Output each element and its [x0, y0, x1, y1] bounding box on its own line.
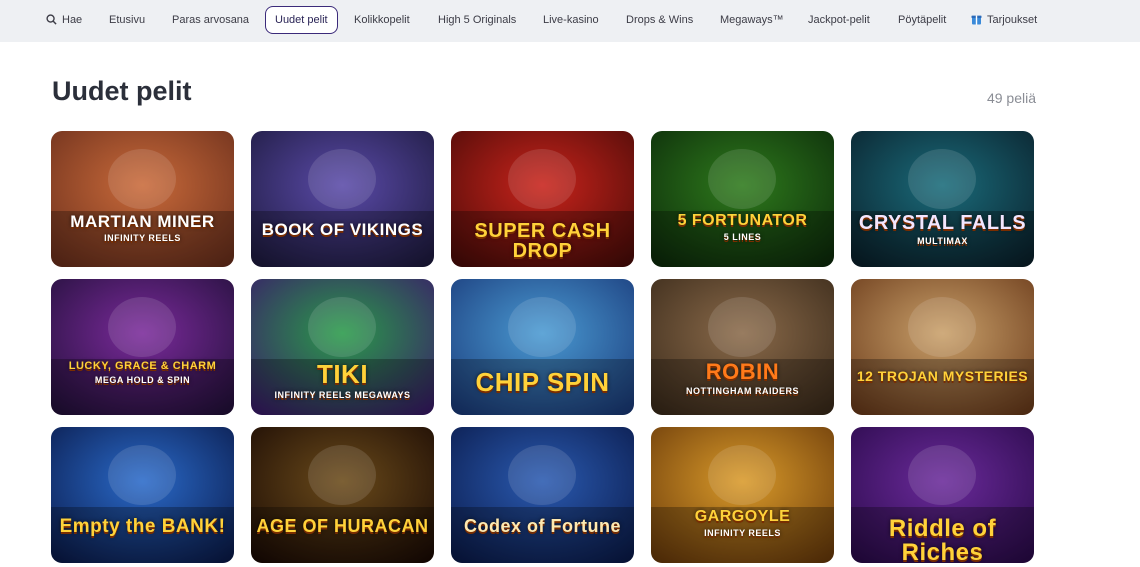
game-tile[interactable]: Codex of Fortune: [451, 427, 634, 563]
character-art: [508, 445, 576, 505]
nav-label: Pöytäpelit: [898, 14, 947, 26]
game-thumbnail: [851, 131, 1034, 267]
character-art: [508, 297, 576, 357]
game-thumbnail: [851, 279, 1034, 415]
nav-poytapelit[interactable]: Pöytäpelit: [898, 6, 946, 34]
game-title: Empty the BANK!: [59, 516, 226, 537]
nav-search[interactable]: Hae: [46, 6, 82, 34]
game-tile[interactable]: Riddle of Riches: [851, 427, 1034, 563]
game-thumbnail: [51, 131, 234, 267]
game-tile[interactable]: GARGOYLE INFINITY REELS: [651, 427, 834, 563]
nav-jackpot-pelit[interactable]: Jackpot-pelit: [808, 6, 870, 34]
nav-label: Drops & Wins: [626, 14, 694, 26]
character-art: [108, 445, 176, 505]
nav-megaways[interactable]: Megaways™: [720, 6, 784, 34]
nav-tarjoukset[interactable]: Tarjoukset: [971, 6, 1037, 34]
character-art: [708, 149, 776, 209]
game-tile[interactable]: ROBIN NOTTINGHAM RAIDERS: [651, 279, 834, 415]
nav-uudet-pelit[interactable]: Uudet pelit: [265, 6, 338, 34]
game-tile[interactable]: CRYSTAL FALLS MULTIMAX: [851, 131, 1034, 267]
game-thumbnail: [451, 427, 634, 563]
game-title: MARTIAN MINER: [70, 212, 215, 231]
search-icon: [46, 14, 57, 25]
game-title: CHIP SPIN: [475, 367, 610, 397]
nav-label: Paras arvosana: [172, 14, 250, 26]
game-tile[interactable]: Empty the BANK!: [51, 427, 234, 563]
nav-label: Live-kasino: [543, 14, 599, 26]
nav-label: High 5 Originals: [438, 14, 517, 26]
game-tile[interactable]: TIKI INFINITY REELS MEGAWAYS: [251, 279, 434, 415]
game-thumbnail: [51, 279, 234, 415]
nav-label: Megaways™: [720, 14, 784, 26]
character-art: [108, 297, 176, 357]
game-title: AGE OF HURACAN: [256, 516, 429, 536]
page-title: Uudet pelit: [52, 76, 192, 106]
game-title: Codex of Fortune: [464, 516, 621, 536]
character-art: [908, 149, 976, 209]
game-title: 5 FORTUNATOR: [677, 212, 808, 229]
nav-high5-originals[interactable]: High 5 Originals: [438, 6, 516, 34]
gift-icon: [971, 15, 982, 25]
game-title: BOOK OF VIKINGS: [261, 220, 424, 239]
game-thumbnail: [651, 131, 834, 267]
nav-live-kasino[interactable]: Live-kasino: [543, 6, 599, 34]
game-tile[interactable]: MARTIAN MINER INFINITY REELS: [51, 131, 234, 267]
character-art: [908, 445, 976, 505]
category-nav: Hae Etusivu Paras arvosana Uudet pelit K…: [0, 0, 1140, 42]
nav-label: Kolikkopelit: [354, 14, 410, 26]
game-tile[interactable]: BOOK OF VIKINGS: [251, 131, 434, 267]
character-art: [708, 297, 776, 357]
nav-drops-wins[interactable]: Drops & Wins: [626, 6, 693, 34]
game-tile[interactable]: LUCKY, GRACE & CHARM MEGA HOLD & SPIN: [51, 279, 234, 415]
game-count: 49 peliä: [986, 90, 1036, 106]
character-art: [308, 149, 376, 209]
nav-kolikkopelit[interactable]: Kolikkopelit: [354, 6, 410, 34]
character-art: [308, 297, 376, 357]
game-title: SUPER CASH DROP: [474, 220, 611, 262]
game-tile[interactable]: CHIP SPIN: [451, 279, 634, 415]
nav-label: Tarjoukset: [987, 14, 1038, 26]
nav-label: Hae: [62, 14, 83, 26]
nav-etusivu[interactable]: Etusivu: [109, 6, 145, 34]
game-subtitle: NOTTINGHAM RAIDERS: [686, 386, 799, 396]
nav-paras-arvosana[interactable]: Paras arvosana: [172, 6, 249, 34]
game-subtitle: INFINITY REELS: [104, 233, 181, 243]
character-art: [708, 445, 776, 505]
game-subtitle: INFINITY REELS: [704, 528, 781, 538]
game-subtitle: INFINITY REELS MEGAWAYS: [274, 390, 411, 400]
character-art: [108, 149, 176, 209]
nav-label: Uudet pelit: [275, 14, 328, 26]
game-tile[interactable]: 12 TROJAN MYSTERIES: [851, 279, 1034, 415]
game-title: CRYSTAL FALLS: [858, 212, 1027, 234]
game-subtitle: MEGA HOLD & SPIN: [94, 375, 191, 385]
game-title: GARGOYLE: [694, 508, 791, 525]
character-art: [508, 149, 576, 209]
character-art: [908, 297, 976, 357]
game-subtitle: 5 LINES: [723, 232, 762, 242]
game-thumbnail: [251, 131, 434, 267]
nav-label: Etusivu: [109, 14, 146, 26]
game-title: ROBIN: [705, 359, 780, 384]
game-tile[interactable]: 5 FORTUNATOR 5 LINES: [651, 131, 834, 267]
game-tile[interactable]: SUPER CASH DROP: [451, 131, 634, 267]
nav-label: Jackpot-pelit: [808, 14, 870, 26]
game-title: Riddle of Riches: [888, 515, 997, 564]
game-thumbnail: [251, 427, 434, 563]
game-thumbnail: [651, 427, 834, 563]
game-tile[interactable]: AGE OF HURACAN: [251, 427, 434, 563]
game-thumbnail: [51, 427, 234, 563]
game-title: TIKI: [316, 359, 369, 389]
game-title: 12 TROJAN MYSTERIES: [856, 368, 1029, 384]
character-art: [308, 445, 376, 505]
game-subtitle: MULTIMAX: [917, 236, 968, 246]
game-title: LUCKY, GRACE & CHARM: [68, 360, 217, 372]
